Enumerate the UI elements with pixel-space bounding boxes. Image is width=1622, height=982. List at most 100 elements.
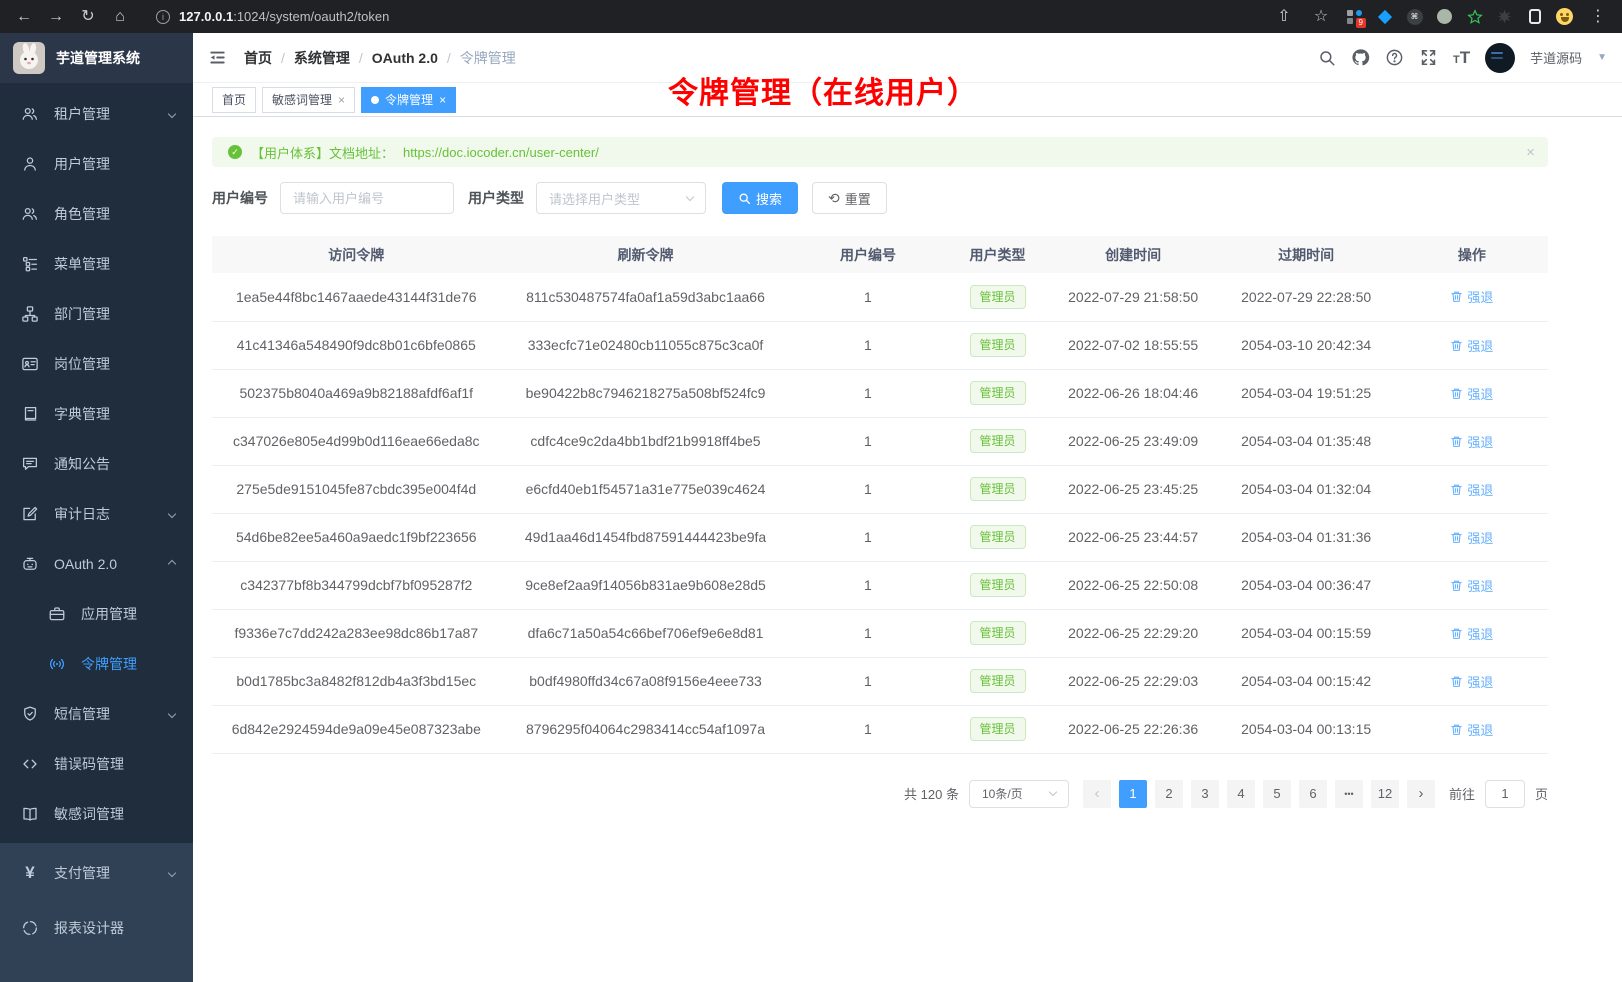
reset-button[interactable]: ⟲ 重置 bbox=[812, 182, 887, 214]
sidebar-item-oauth2-token[interactable]: 令牌管理 bbox=[0, 639, 193, 689]
table-row: 6d842e2924594de9a09e45e087323abe8796295f… bbox=[212, 705, 1548, 753]
sidebar-item-oauth2[interactable]: OAuth 2.0 bbox=[0, 539, 193, 589]
force-logout-button[interactable]: 强退 bbox=[1450, 672, 1493, 691]
extension-sage-icon[interactable] bbox=[1436, 8, 1453, 25]
sidebar-item-error-code[interactable]: 错误码管理 bbox=[0, 739, 193, 789]
extension-star-icon[interactable] bbox=[1466, 8, 1483, 25]
message-icon bbox=[21, 455, 39, 473]
url-text[interactable]: 127.0.0.1:1024/system/oauth2/token bbox=[179, 9, 389, 24]
tab-home[interactable]: 首页 bbox=[212, 87, 256, 113]
table-header-row: 访问令牌刷新令牌用户编号用户类型创建时间过期时间操作 bbox=[212, 236, 1548, 273]
breadcrumb-home[interactable]: 首页 bbox=[244, 48, 272, 68]
goto-page-input[interactable] bbox=[1485, 780, 1525, 808]
user-type-cell: 管理员 bbox=[945, 609, 1049, 657]
user-id-cell: 1 bbox=[790, 561, 945, 609]
fullscreen-icon[interactable] bbox=[1419, 48, 1438, 67]
sidebar-item-post[interactable]: 岗位管理 bbox=[0, 339, 193, 389]
menu-tree-icon bbox=[21, 255, 39, 273]
collapse-sidebar-icon[interactable] bbox=[208, 48, 227, 67]
github-icon[interactable] bbox=[1351, 48, 1370, 67]
robot-icon bbox=[21, 555, 39, 573]
prev-page-button[interactable]: ‹ bbox=[1083, 780, 1111, 808]
sidebar-item-label: 支付管理 bbox=[54, 863, 154, 883]
alert-text: 【用户体系】文档地址： bbox=[251, 143, 394, 162]
sidebar-item-dept[interactable]: 部门管理 bbox=[0, 289, 193, 339]
close-icon[interactable]: × bbox=[439, 93, 446, 107]
extension-dark-icon[interactable]: ⌘ bbox=[1406, 8, 1423, 25]
page-button-2[interactable]: 2 bbox=[1155, 780, 1183, 808]
sidebar-item-pay[interactable]: ¥支付管理 bbox=[0, 845, 193, 900]
active-dot-icon bbox=[371, 96, 379, 104]
alert-close-icon[interactable]: × bbox=[1526, 144, 1535, 161]
sidebar-item-report-designer[interactable]: 报表设计器 bbox=[0, 900, 193, 955]
force-logout-button[interactable]: 强退 bbox=[1450, 336, 1493, 355]
force-logout-button[interactable]: 强退 bbox=[1450, 624, 1493, 643]
sidebar-item-user[interactable]: 用户管理 bbox=[0, 139, 193, 189]
force-logout-button[interactable]: 强退 bbox=[1450, 384, 1493, 403]
tab-token[interactable]: 令牌管理× bbox=[361, 87, 456, 113]
search-button[interactable]: 搜索 bbox=[722, 182, 798, 214]
user-type-badge: 管理员 bbox=[970, 381, 1026, 405]
browser-menu-icon[interactable]: ⋮ bbox=[1586, 9, 1610, 25]
sidebar-item-dict[interactable]: 字典管理 bbox=[0, 389, 193, 439]
force-logout-button[interactable]: 强退 bbox=[1450, 480, 1493, 499]
sidebar-item-oauth2-app[interactable]: 应用管理 bbox=[0, 589, 193, 639]
page-size-select[interactable]: 10条/页 bbox=[969, 780, 1069, 808]
force-logout-button[interactable]: 强退 bbox=[1450, 720, 1493, 739]
sidebar-item-label: 租户管理 bbox=[54, 104, 154, 124]
page-button-6[interactable]: 6 bbox=[1299, 780, 1327, 808]
back-icon[interactable]: ← bbox=[12, 9, 36, 25]
site-info-icon[interactable]: i bbox=[156, 10, 170, 24]
force-logout-button[interactable]: 强退 bbox=[1450, 576, 1493, 595]
extension-gem-icon[interactable] bbox=[1376, 8, 1393, 25]
next-page-button[interactable]: › bbox=[1407, 780, 1435, 808]
page-button-3[interactable]: 3 bbox=[1191, 780, 1219, 808]
sidebar-menu: 租户管理用户管理角色管理菜单管理部门管理岗位管理字典管理通知公告审计日志OAut… bbox=[0, 83, 193, 843]
sidebar-item-sms[interactable]: 短信管理 bbox=[0, 689, 193, 739]
user-type-select[interactable]: 请选择用户类型 bbox=[536, 182, 706, 214]
extension-window-icon[interactable] bbox=[1526, 8, 1543, 25]
sidebar-item-tenant[interactable]: 租户管理 bbox=[0, 89, 193, 139]
page-button-12[interactable]: 12 bbox=[1371, 780, 1399, 808]
dict-icon bbox=[21, 405, 39, 423]
column-header: 过期时间 bbox=[1217, 236, 1396, 273]
sidebar-item-sensitive-word[interactable]: 敏感词管理 bbox=[0, 789, 193, 839]
close-icon[interactable]: × bbox=[338, 93, 345, 107]
user-id-cell: 1 bbox=[790, 273, 945, 321]
extension-grid-icon[interactable]: 9 bbox=[1346, 8, 1363, 25]
edit-icon bbox=[21, 505, 39, 523]
sidebar-item-audit-log[interactable]: 审计日志 bbox=[0, 489, 193, 539]
table-row: 1ea5e44f8bc1467aaede43144f31de76811c5304… bbox=[212, 273, 1548, 321]
page-button-5[interactable]: 5 bbox=[1263, 780, 1291, 808]
force-logout-button[interactable]: 强退 bbox=[1450, 528, 1493, 547]
search-icon[interactable] bbox=[1318, 49, 1336, 67]
user-id-input[interactable] bbox=[280, 182, 454, 214]
address-bar[interactable]: i 127.0.0.1:1024/system/oauth2/token bbox=[156, 9, 1264, 24]
caret-down-icon[interactable]: ▼ bbox=[1597, 52, 1607, 63]
breadcrumb-oauth2[interactable]: OAuth 2.0 bbox=[372, 50, 438, 66]
user-avatar[interactable] bbox=[1485, 43, 1515, 73]
share-icon[interactable]: ⇧ bbox=[1272, 9, 1296, 25]
home-icon[interactable]: ⌂ bbox=[108, 9, 132, 25]
sidebar-item-notice[interactable]: 通知公告 bbox=[0, 439, 193, 489]
user-type-cell: 管理员 bbox=[945, 465, 1049, 513]
force-logout-button[interactable]: 强退 bbox=[1450, 287, 1493, 306]
tab-sensitive-word[interactable]: 敏感词管理× bbox=[262, 87, 355, 113]
help-icon[interactable] bbox=[1385, 48, 1404, 67]
page-button-1[interactable]: 1 bbox=[1119, 780, 1147, 808]
font-size-icon[interactable]: TT bbox=[1453, 48, 1470, 68]
force-logout-button[interactable]: 强退 bbox=[1450, 432, 1493, 451]
doc-link[interactable]: https://doc.iocoder.cn/user-center/ bbox=[403, 145, 599, 160]
bookmark-star-icon[interactable]: ☆ bbox=[1309, 9, 1333, 25]
pager-ellipsis[interactable]: ••• bbox=[1335, 780, 1363, 808]
sidebar-item-menu[interactable]: 菜单管理 bbox=[0, 239, 193, 289]
forward-icon[interactable]: → bbox=[44, 9, 68, 25]
user-name[interactable]: 芋道源码 bbox=[1530, 48, 1582, 67]
page-button-4[interactable]: 4 bbox=[1227, 780, 1255, 808]
page-content: ✓ 【用户体系】文档地址： https://doc.iocoder.cn/use… bbox=[193, 117, 1622, 982]
sidebar-item-role[interactable]: 角色管理 bbox=[0, 189, 193, 239]
reload-icon[interactable]: ↻ bbox=[76, 9, 100, 25]
breadcrumb-system[interactable]: 系统管理 bbox=[294, 48, 350, 68]
extension-pin-icon[interactable] bbox=[1496, 8, 1513, 25]
profile-emoji-icon[interactable] bbox=[1556, 8, 1573, 25]
